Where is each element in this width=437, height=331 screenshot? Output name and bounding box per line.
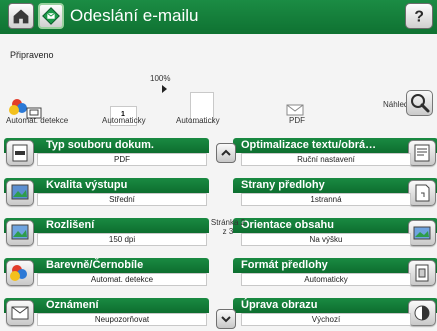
original-sides-icon[interactable] [408,180,436,206]
option-header [4,218,209,233]
option-value: PDF [37,153,207,166]
option-output-quality[interactable]: Kvalita výstupu Střední [4,178,209,208]
resolution-icon[interactable] [6,220,34,246]
option-value: Neupozorňovat [37,313,207,326]
option-title: Formát předlohy [241,259,328,271]
option-content-orientation[interactable]: Orientace obsahu Na výšku [233,218,437,248]
home-button[interactable] [8,3,34,29]
status-text: Připraveno [10,50,54,60]
chevron-down-icon [221,316,231,323]
page-size-label: Automaticky [102,116,146,125]
file-type-icon[interactable] [6,140,34,166]
option-value: 150 dpi [37,233,207,246]
option-resolution[interactable]: Rozlišení 150 dpi [4,218,209,248]
option-value: Ruční nastavení [241,153,411,166]
page-title: Odeslání e-mailu [70,6,199,25]
option-value: Střední [37,193,207,206]
option-title: Orientace obsahu [241,219,334,231]
output-quality-icon[interactable] [6,180,34,206]
option-header [4,298,209,313]
title-bar: Odeslání e-mailu ? [0,0,437,34]
home-icon [13,9,29,24]
chevron-up-icon [221,149,231,156]
option-notification[interactable]: Oznámení Neupozorňovat [4,298,209,328]
original-size-icon[interactable] [408,260,436,286]
page-indicator-line1: Stránka 2 [210,218,246,227]
option-title: Strany předlohy [241,179,325,191]
option-original-sides[interactable]: Strany předlohy 1stranná [233,178,437,208]
option-title: Úprava obrazu [241,299,318,311]
option-value: Automat. detekce [37,273,207,286]
option-value: Automaticky [241,273,411,286]
color-mode-label: Automat. detekce [6,116,69,125]
option-title: Typ souboru dokum. [46,139,154,151]
email-send-screen: Odeslání e-mailu ? Připraveno 100% Autom… [0,0,437,331]
help-button[interactable]: ? [405,3,433,29]
preview-label: Náhled [383,100,409,109]
scroll-down-button[interactable] [216,309,236,329]
settings-summary-bar: 100% Automat. detekce 1 Automaticky Auto… [0,68,437,136]
magnifier-icon [411,94,430,113]
orientation-label: Automaticky [176,116,220,125]
option-value: Výchozí [241,313,411,326]
preview-button[interactable] [406,90,433,116]
option-title: Oznámení [46,299,99,311]
email-app-button[interactable] [38,3,64,29]
option-value: 1stranná [241,193,411,206]
page-indicator-line2: z 3 [222,227,234,236]
notification-icon[interactable] [6,300,34,326]
option-text-optimization[interactable]: Optimalizace textu/obrá… Ruční nastavení [233,138,437,168]
envelope-icon [286,104,304,116]
option-file-type[interactable]: Typ souboru dokum. PDF [4,138,209,168]
help-icon: ? [414,9,424,26]
expand-arrow-icon [162,85,167,93]
option-value: Na výšku [241,233,411,246]
email-app-icon [42,7,60,25]
option-title: Optimalizace textu/obrá… [241,139,377,151]
text-image-optimize-icon[interactable] [408,140,436,166]
option-original-size[interactable]: Formát předlohy Automaticky [233,258,437,288]
option-title: Kvalita výstupu [46,179,128,191]
option-title: Rozlišení [46,219,95,231]
page-indicator: Stránka 2 z 3 [203,218,253,236]
svg-text:?: ? [414,9,424,26]
option-title: Barevně/Černobíle [46,259,144,271]
option-color-mode[interactable]: Barevně/Černobíle Automat. detekce [4,258,209,288]
image-adjustment-icon[interactable] [408,300,436,326]
zoom-level: 100% [150,74,171,83]
file-type-label: PDF [289,116,305,125]
option-image-adjustment[interactable]: Úprava obrazu Výchozí [233,298,437,328]
color-mode-icon[interactable] [6,260,34,286]
content-orientation-icon[interactable] [408,220,436,246]
scroll-up-button[interactable] [216,143,236,163]
